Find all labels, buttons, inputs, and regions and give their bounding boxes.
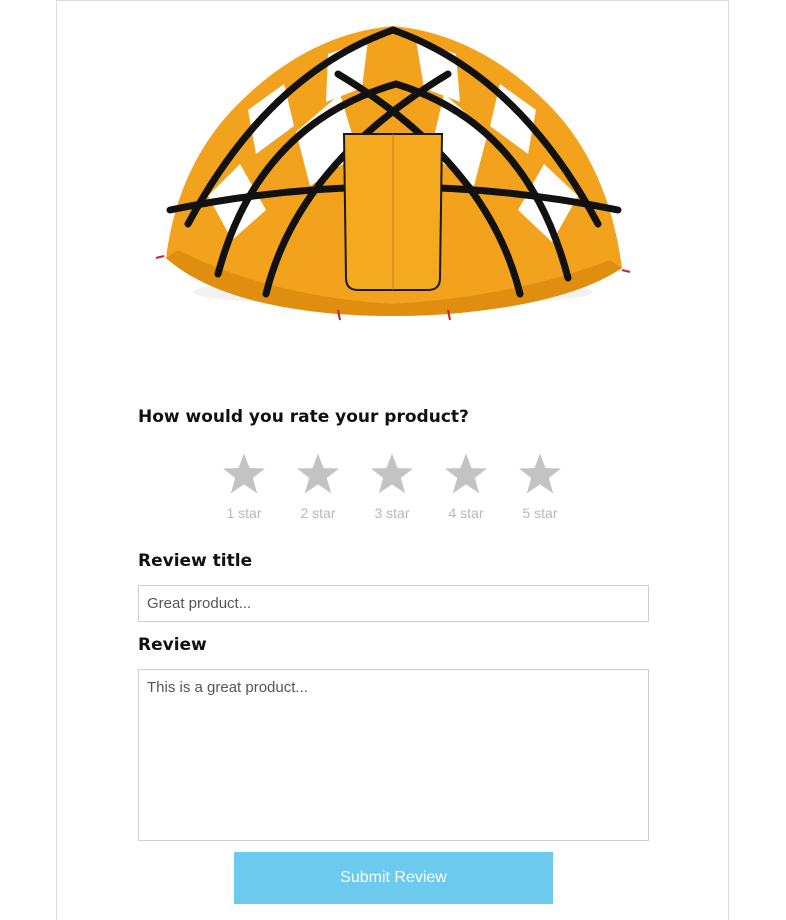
rating-question: How would you rate your product? (138, 407, 469, 427)
star-2-button[interactable]: 2 star (288, 452, 348, 532)
review-title-label: Review title (138, 551, 253, 571)
product-image (155, 26, 631, 321)
review-title-input[interactable] (138, 585, 649, 622)
submit-review-button[interactable]: Submit Review (234, 852, 553, 904)
star-4-button[interactable]: 4 star (436, 452, 496, 532)
star-caption: 1 star (226, 505, 262, 521)
star-caption: 3 star (374, 505, 410, 521)
star-1-button[interactable]: 1 star (214, 452, 274, 532)
star-rating: 1 star 2 star 3 star 4 star 5 star (214, 452, 574, 532)
star-caption: 2 star (300, 505, 336, 521)
star-icon (222, 453, 266, 494)
star-3-button[interactable]: 3 star (362, 452, 422, 532)
review-label: Review (138, 635, 207, 655)
star-caption: 5 star (522, 505, 558, 521)
star-icon (370, 453, 414, 494)
star-icon (296, 453, 340, 494)
star-caption: 4 star (448, 505, 484, 521)
star-icon (444, 453, 488, 494)
star-5-button[interactable]: 5 star (510, 452, 570, 532)
review-textarea[interactable] (138, 669, 649, 841)
star-icon (518, 453, 562, 494)
